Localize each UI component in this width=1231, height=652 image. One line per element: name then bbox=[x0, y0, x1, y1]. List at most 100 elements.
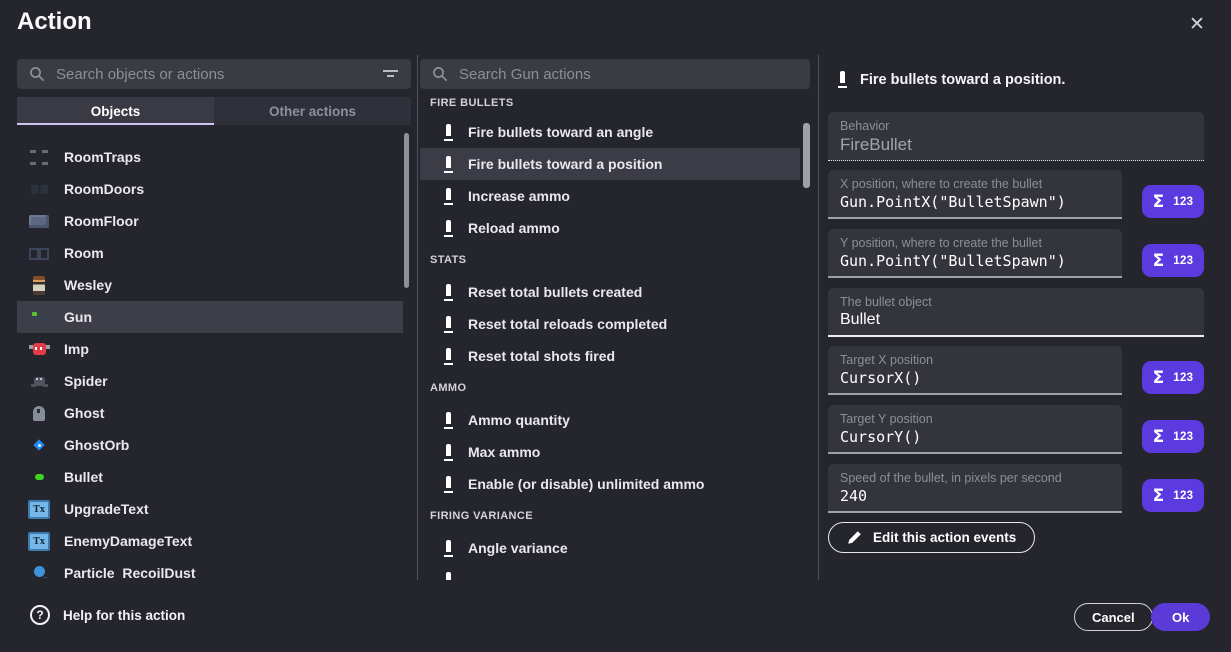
gun-icon bbox=[28, 306, 50, 328]
search-icon bbox=[29, 66, 45, 82]
action-row-reload-ammo[interactable]: Reload ammo bbox=[420, 212, 800, 244]
object-row-ghostorb[interactable]: GhostOrb bbox=[17, 429, 403, 461]
tab-other-actions[interactable]: Other actions bbox=[214, 97, 411, 125]
bullet-icon bbox=[444, 284, 453, 301]
object-row-spider[interactable]: Spider bbox=[17, 365, 403, 397]
action-row-unlimited-ammo[interactable]: Enable (or disable) unlimited ammo bbox=[420, 468, 800, 500]
bullet-icon bbox=[444, 188, 453, 205]
object-row-bullet[interactable]: Bullet bbox=[17, 461, 403, 493]
object-row-ghost[interactable]: Ghost bbox=[17, 397, 403, 429]
bullet-object-field[interactable]: The bullet object Bullet bbox=[828, 288, 1204, 337]
bullet-icon bbox=[444, 220, 453, 237]
behavior-field: Behavior FireBullet bbox=[828, 112, 1204, 161]
spider-icon bbox=[28, 370, 50, 392]
expression-editor-button[interactable]: Σ 123 bbox=[1142, 420, 1204, 453]
section-header: STATS bbox=[420, 244, 818, 276]
expression-editor-button[interactable]: Σ 123 bbox=[1142, 479, 1204, 512]
bullet-icon bbox=[444, 348, 453, 365]
particle-icon bbox=[28, 562, 50, 578]
field-row: Target Y position CursorY() Σ 123 bbox=[828, 405, 1204, 454]
left-tabs: Objects Other actions bbox=[17, 97, 411, 125]
action-row-fire-bullets-toward-a-position[interactable]: Fire bullets toward a position bbox=[420, 148, 800, 180]
object-row-roomdoors[interactable]: RoomDoors bbox=[17, 173, 403, 205]
actions-search-input[interactable] bbox=[459, 66, 798, 83]
action-row-reset-total-shots-fired[interactable]: Reset total shots fired bbox=[420, 340, 800, 372]
objects-panel: Objects Other actions RoomTraps RoomDoor… bbox=[17, 59, 411, 578]
roomtraps-icon bbox=[28, 146, 50, 168]
number-badge: 123 bbox=[1173, 372, 1193, 384]
section-header: FIRING VARIANCE bbox=[420, 500, 818, 532]
object-row-room[interactable]: Room bbox=[17, 237, 403, 269]
bullet-icon bbox=[444, 156, 453, 173]
action-row-angle-variance[interactable]: Angle variance bbox=[420, 532, 800, 564]
object-row-upgradetext[interactable]: UpgradeText bbox=[17, 493, 403, 525]
object-row-roomtraps[interactable]: RoomTraps bbox=[17, 141, 403, 173]
ok-button[interactable]: Ok bbox=[1151, 603, 1210, 631]
objects-search-box[interactable] bbox=[17, 59, 411, 89]
sigma-icon: Σ bbox=[1153, 368, 1165, 388]
action-row-fire-bullets-toward-an-angle[interactable]: Fire bullets toward an angle bbox=[420, 116, 800, 148]
orb-icon bbox=[28, 434, 50, 456]
search-icon bbox=[432, 66, 448, 82]
expression-editor-button[interactable]: Σ 123 bbox=[1142, 185, 1204, 218]
actions-scrollbar[interactable] bbox=[803, 123, 810, 188]
field-row: The bullet object Bullet bbox=[828, 288, 1204, 337]
filter-icon[interactable] bbox=[382, 67, 399, 81]
roomfloor-icon bbox=[28, 210, 50, 232]
bullet-icon bbox=[444, 572, 453, 581]
object-row-wesley[interactable]: Wesley bbox=[17, 269, 403, 301]
expression-editor-button[interactable]: Σ 123 bbox=[1142, 244, 1204, 277]
bullet-icon bbox=[444, 412, 453, 429]
field-row: Y position, where to create the bullet G… bbox=[828, 229, 1204, 278]
field-row: X position, where to create the bullet G… bbox=[828, 170, 1204, 219]
x-position-field[interactable]: X position, where to create the bullet G… bbox=[828, 170, 1122, 219]
action-row-increase-ammo[interactable]: Increase ammo bbox=[420, 180, 800, 212]
speed-field[interactable]: Speed of the bullet, in pixels per secon… bbox=[828, 464, 1122, 513]
target-x-field[interactable]: Target X position CursorX() bbox=[828, 346, 1122, 395]
object-row-particle-recoildust[interactable]: Particle_RecoilDust bbox=[17, 557, 403, 578]
action-row-max-ammo[interactable]: Max ammo bbox=[420, 436, 800, 468]
object-row-roomfloor[interactable]: RoomFloor bbox=[17, 205, 403, 237]
bullet-icon bbox=[444, 444, 453, 461]
actions-list: FIRE BULLETS Fire bullets toward an angl… bbox=[420, 89, 818, 580]
bullet-icon bbox=[444, 540, 453, 557]
roomdoors-icon bbox=[28, 178, 50, 200]
help-icon: ? bbox=[30, 605, 50, 625]
panel-divider bbox=[417, 55, 418, 580]
bullet-icon bbox=[838, 71, 847, 88]
number-badge: 123 bbox=[1173, 431, 1193, 443]
cancel-button[interactable]: Cancel bbox=[1074, 603, 1153, 631]
room-icon bbox=[28, 242, 50, 264]
objects-search-input[interactable] bbox=[56, 66, 371, 83]
object-row-gun[interactable]: Gun bbox=[17, 301, 403, 333]
bullet-icon bbox=[444, 316, 453, 333]
close-icon[interactable]: ✕ bbox=[1184, 12, 1210, 38]
panel-divider bbox=[818, 55, 819, 580]
action-row-ammo-quantity[interactable]: Ammo quantity bbox=[420, 404, 800, 436]
objects-scrollbar[interactable] bbox=[404, 133, 409, 288]
action-row-reset-total-bullets-created[interactable]: Reset total bullets created bbox=[420, 276, 800, 308]
action-row-clipped[interactable] bbox=[420, 564, 800, 580]
actions-search-box[interactable] bbox=[420, 59, 810, 89]
object-row-imp[interactable]: Imp bbox=[17, 333, 403, 365]
y-position-field[interactable]: Y position, where to create the bullet G… bbox=[828, 229, 1122, 278]
objects-list: RoomTraps RoomDoors RoomFloor Room Wesle… bbox=[17, 141, 411, 578]
action-row-reset-total-reloads-completed[interactable]: Reset total reloads completed bbox=[420, 308, 800, 340]
object-row-enemydamagetext[interactable]: EnemyDamageText bbox=[17, 525, 403, 557]
expression-editor-button[interactable]: Σ 123 bbox=[1142, 361, 1204, 394]
field-row: Target X position CursorX() Σ 123 bbox=[828, 346, 1204, 395]
sigma-icon: Σ bbox=[1153, 251, 1165, 271]
sigma-icon: Σ bbox=[1153, 427, 1165, 447]
section-header: FIRE BULLETS bbox=[420, 89, 818, 116]
number-badge: 123 bbox=[1173, 490, 1193, 502]
edit-action-events-button[interactable]: Edit this action events bbox=[828, 522, 1035, 553]
section-header: AMMO bbox=[420, 372, 818, 404]
field-row: Speed of the bullet, in pixels per secon… bbox=[828, 464, 1204, 513]
tab-objects[interactable]: Objects bbox=[17, 97, 214, 125]
actions-panel: FIRE BULLETS Fire bullets toward an angl… bbox=[420, 59, 818, 580]
ghost-icon bbox=[28, 402, 50, 424]
page-title: Action bbox=[17, 8, 92, 36]
target-y-field[interactable]: Target Y position CursorY() bbox=[828, 405, 1122, 454]
number-badge: 123 bbox=[1173, 196, 1193, 208]
help-link[interactable]: ? Help for this action bbox=[30, 605, 185, 625]
